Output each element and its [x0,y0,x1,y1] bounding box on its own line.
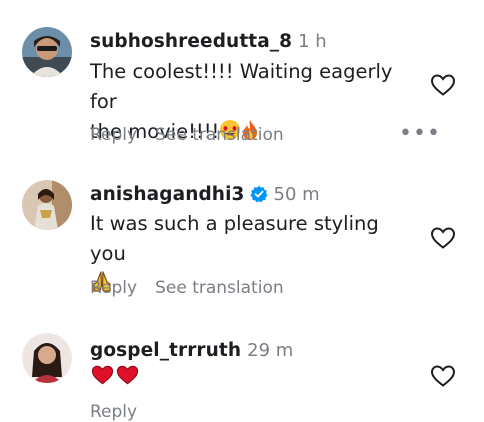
red-heart-emoji [115,364,140,395]
see-translation-link[interactable]: See translation [155,278,284,298]
see-translation-link[interactable]: See translation [155,125,284,145]
timestamp: 29 m [247,340,294,361]
more-options-icon[interactable]: ••• [399,121,441,146]
avatar-image [22,180,72,230]
comment-actions: Reply See translation [90,278,284,298]
reply-button[interactable]: Reply [90,125,137,145]
avatar[interactable] [22,333,72,383]
comment-text-line: It was such a pleasure styling you [90,212,379,265]
avatar[interactable] [22,27,72,77]
like-heart-icon[interactable] [430,226,456,250]
comment-text [90,362,420,395]
comment-actions: Reply [90,402,155,422]
comment-text-line: The coolest!!!! Waiting eagerly for [90,60,393,113]
comment-actions: Reply See translation ••• [90,121,440,146]
timestamp: 50 m [273,184,320,205]
username[interactable]: subhoshreedutta_8 [90,31,292,52]
username[interactable]: anishagandhi3 [90,184,245,205]
avatar-image [22,27,72,77]
verified-badge-icon [249,185,268,207]
reply-button[interactable]: Reply [90,402,137,422]
like-heart-icon[interactable] [430,364,456,388]
timestamp: 1 h [298,31,327,52]
username[interactable]: gospel_trrruth [90,340,241,361]
reply-button[interactable]: Reply [90,278,137,298]
avatar[interactable] [22,180,72,230]
avatar-image [22,333,72,383]
like-heart-icon[interactable] [430,73,456,97]
red-heart-emoji [90,364,115,395]
